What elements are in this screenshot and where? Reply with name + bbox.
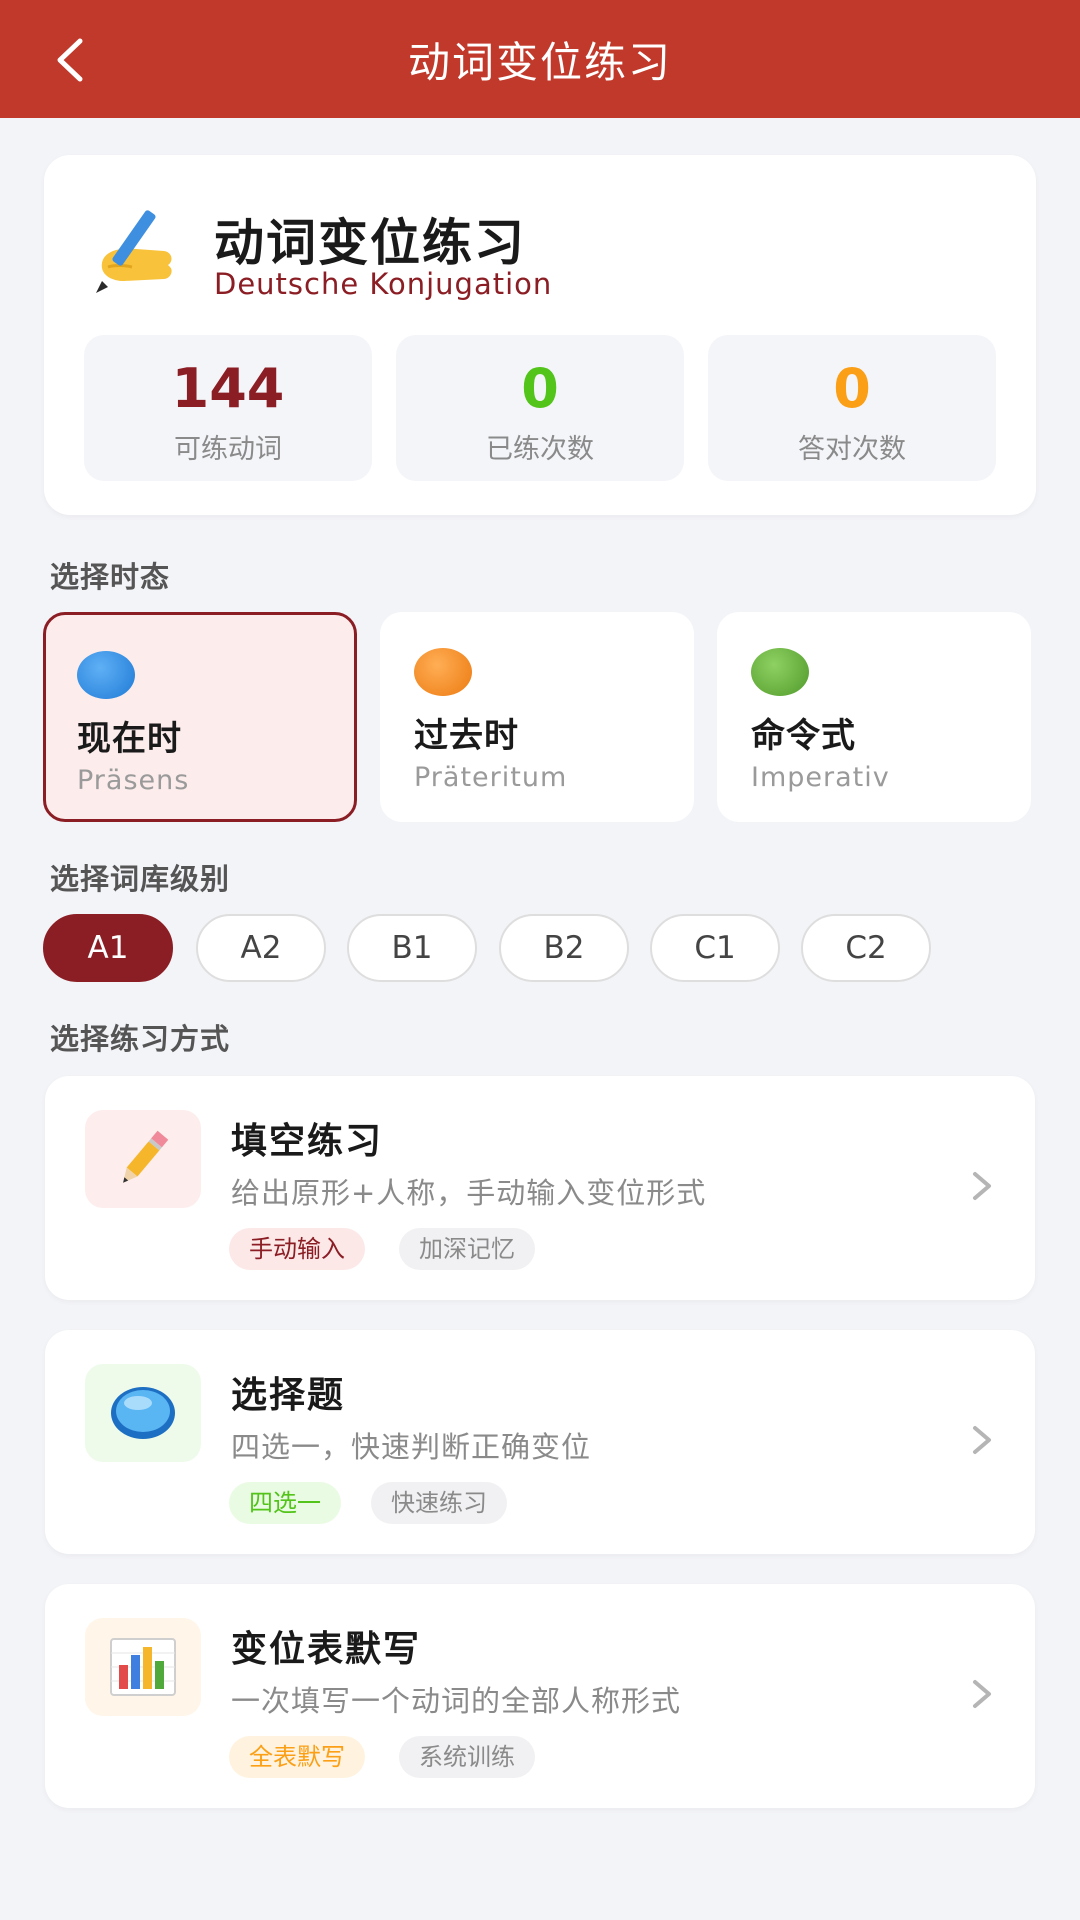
tense-section-label: 选择时态	[50, 560, 171, 594]
chevron-left-icon	[57, 38, 83, 82]
tense-subtitle: Präteritum	[414, 762, 568, 793]
tense-subtitle: Präsens	[77, 765, 190, 796]
chevron-right-icon	[973, 1172, 991, 1200]
mode-title: 选择题	[231, 1375, 346, 1416]
mode-description: 给出原形+人称，手动输入变位形式	[231, 1176, 707, 1210]
stat-verbs: 144 可练动词	[84, 335, 372, 481]
tense-name: 现在时	[77, 719, 182, 759]
page-title: 动词变位练习	[407, 37, 672, 87]
tense-card-past[interactable]: 过去时 Präteritum	[380, 612, 694, 822]
mode-card-fill-in[interactable]: 填空练习 给出原形+人称，手动输入变位形式 手动输入 加深记忆	[45, 1076, 1035, 1300]
stat-correct-label: 答对次数	[798, 434, 906, 465]
mode-icon-box	[85, 1618, 201, 1716]
level-pill-c1[interactable]: C1	[650, 914, 780, 982]
level-pill-a2[interactable]: A2	[196, 914, 326, 982]
mode-tag: 手动输入	[229, 1228, 365, 1270]
tense-card-present[interactable]: 现在时 Präsens	[43, 612, 357, 822]
tense-subtitle: Imperativ	[751, 762, 890, 793]
stat-practiced-label: 已练次数	[486, 434, 594, 465]
mode-icon-box	[85, 1364, 201, 1462]
stat-verbs-value: 144	[171, 357, 285, 420]
level-section-label: 选择词库级别	[50, 862, 231, 896]
mode-tag: 系统训练	[399, 1736, 535, 1778]
mode-title: 变位表默写	[231, 1629, 422, 1670]
intro-subtitle: Deutsche Konjugation	[214, 267, 553, 301]
bar-chart-icon	[110, 1638, 176, 1696]
chevron-right-icon	[973, 1680, 991, 1708]
blue-circle-icon	[111, 1387, 175, 1439]
stat-correct: 0 答对次数	[708, 335, 996, 481]
intro-title: 动词变位练习	[214, 214, 526, 272]
mode-description: 一次填写一个动词的全部人称形式	[231, 1684, 682, 1718]
tense-name: 过去时	[414, 716, 519, 756]
level-pill-c2[interactable]: C2	[801, 914, 931, 982]
stat-verbs-label: 可练动词	[174, 434, 282, 465]
level-pill-a1[interactable]: A1	[43, 914, 173, 982]
mode-section-label: 选择练习方式	[50, 1022, 231, 1056]
mode-description: 四选一，快速判断正确变位	[231, 1430, 592, 1464]
mode-tag: 快速练习	[371, 1482, 507, 1524]
tense-card-imperative[interactable]: 命令式 Imperativ	[717, 612, 1031, 822]
stat-practiced-value: 0	[521, 357, 559, 420]
mode-tag: 全表默写	[229, 1736, 365, 1778]
orange-circle-icon	[414, 648, 472, 696]
level-pill-b2[interactable]: B2	[499, 914, 629, 982]
blue-circle-icon	[77, 651, 135, 699]
back-button[interactable]	[40, 30, 100, 90]
app-header: 动词变位练习	[0, 0, 1080, 118]
tense-name: 命令式	[751, 716, 856, 756]
green-circle-icon	[751, 648, 809, 696]
mode-card-multiple-choice[interactable]: 选择题 四选一，快速判断正确变位 四选一 快速练习	[45, 1330, 1035, 1554]
mode-tag: 加深记忆	[399, 1228, 535, 1270]
mode-tag: 四选一	[229, 1482, 341, 1524]
stat-practiced: 0 已练次数	[396, 335, 684, 481]
level-pill-b1[interactable]: B1	[347, 914, 477, 982]
mode-card-table-dictation[interactable]: 变位表默写 一次填写一个动词的全部人称形式 全表默写 系统训练	[45, 1584, 1035, 1808]
chevron-right-icon	[973, 1426, 991, 1454]
mode-title: 填空练习	[231, 1121, 384, 1162]
mode-icon-box	[85, 1110, 201, 1208]
intro-card: 动词变位练习 Deutsche Konjugation 144 可练动词 0 已…	[44, 155, 1036, 515]
writing-hand-icon	[84, 201, 184, 301]
stat-correct-value: 0	[833, 357, 871, 420]
pencil-icon	[123, 1130, 169, 1183]
